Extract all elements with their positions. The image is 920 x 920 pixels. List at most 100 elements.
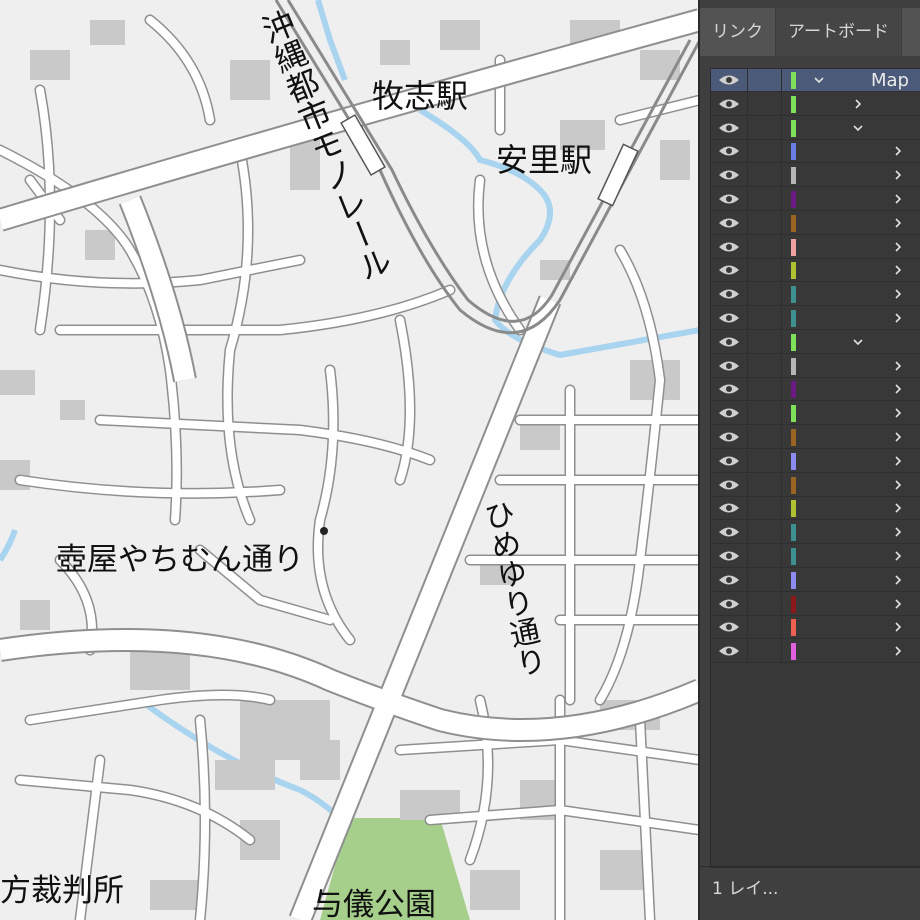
eye-icon[interactable] — [718, 74, 740, 86]
column-divider — [747, 545, 748, 568]
eye-icon[interactable] — [718, 98, 740, 110]
eye-icon[interactable] — [718, 550, 740, 562]
column-divider — [747, 140, 748, 164]
layer-row[interactable] — [711, 140, 920, 164]
layer-color-swatch — [791, 452, 796, 470]
layer-row[interactable] — [711, 211, 920, 235]
chevron-right-icon[interactable] — [893, 646, 903, 656]
chevron-right-icon[interactable] — [853, 99, 863, 109]
chevron-right-icon[interactable] — [893, 384, 903, 394]
asato-station-label: 安里駅 — [496, 141, 593, 179]
layer-row[interactable] — [711, 330, 920, 354]
column-divider — [747, 259, 748, 283]
column-divider — [747, 592, 748, 616]
layer-row[interactable] — [711, 259, 920, 283]
column-divider — [747, 616, 748, 640]
layer-row[interactable] — [711, 188, 920, 211]
column-divider — [747, 330, 748, 354]
layer-row[interactable] — [711, 545, 920, 568]
chevron-right-icon[interactable] — [893, 408, 903, 418]
eye-icon[interactable] — [718, 336, 740, 348]
layer-row[interactable] — [711, 473, 920, 497]
layer-color-swatch — [791, 524, 796, 542]
eye-icon[interactable] — [718, 383, 740, 395]
eye-icon[interactable] — [718, 455, 740, 467]
chevron-right-icon[interactable] — [893, 218, 903, 228]
chevron-right-icon[interactable] — [893, 480, 903, 490]
layer-row[interactable] — [711, 164, 920, 188]
chevron-right-icon[interactable] — [893, 622, 903, 632]
eye-icon[interactable] — [718, 479, 740, 491]
column-divider — [781, 283, 782, 307]
column-divider — [781, 259, 782, 283]
layer-row[interactable] — [711, 521, 920, 545]
tab-links[interactable]: リンク — [700, 8, 776, 56]
eye-icon[interactable] — [718, 145, 740, 157]
eye-icon[interactable] — [718, 526, 740, 538]
column-divider — [781, 521, 782, 545]
eye-icon[interactable] — [718, 431, 740, 443]
layer-row[interactable] — [711, 235, 920, 259]
chevron-down-icon[interactable] — [853, 337, 863, 347]
layer-row[interactable] — [711, 592, 920, 616]
layer-color-swatch — [791, 72, 796, 89]
eye-icon[interactable] — [718, 312, 740, 324]
eye-icon[interactable] — [718, 621, 740, 633]
layer-row[interactable] — [711, 92, 920, 116]
eye-icon[interactable] — [718, 169, 740, 181]
eye-icon[interactable] — [718, 360, 740, 372]
layer-row[interactable] — [711, 616, 920, 640]
layer-row[interactable] — [711, 402, 920, 426]
chevron-right-icon[interactable] — [893, 551, 903, 561]
chevron-right-icon[interactable] — [893, 575, 903, 585]
poi-dot — [320, 527, 328, 535]
eye-icon[interactable] — [718, 645, 740, 657]
layer-row[interactable]: Map — [711, 69, 920, 92]
layer-row[interactable] — [711, 307, 920, 330]
eye-icon[interactable] — [718, 241, 740, 253]
column-divider — [781, 92, 782, 116]
layer-color-swatch — [791, 405, 796, 423]
layer-row[interactable] — [711, 449, 920, 473]
layer-row[interactable] — [711, 378, 920, 402]
column-divider — [747, 521, 748, 545]
eye-icon[interactable] — [718, 122, 740, 134]
eye-icon[interactable] — [718, 217, 740, 229]
chevron-down-icon[interactable] — [853, 123, 863, 133]
chevron-right-icon[interactable] — [893, 361, 903, 371]
chevron-right-icon[interactable] — [893, 242, 903, 252]
layer-row[interactable] — [711, 354, 920, 378]
eye-icon[interactable] — [718, 574, 740, 586]
eye-icon[interactable] — [718, 407, 740, 419]
eye-icon[interactable] — [718, 502, 740, 514]
map-canvas[interactable]: 沖縄都市モノレール 牧志駅 安里駅 ひめゆり通り 壺屋やちむん通り 方裁判所 与… — [0, 0, 700, 920]
column-divider — [747, 116, 748, 140]
chevron-right-icon[interactable] — [893, 146, 903, 156]
eye-icon[interactable] — [718, 193, 740, 205]
layer-row[interactable] — [711, 497, 920, 521]
tab-artboards[interactable]: アートボード — [776, 8, 902, 56]
chevron-right-icon[interactable] — [893, 313, 903, 323]
layer-color-swatch — [791, 286, 796, 304]
layer-row[interactable] — [711, 568, 920, 592]
layer-row[interactable] — [711, 116, 920, 140]
footer-divider — [700, 866, 920, 867]
chevron-right-icon[interactable] — [893, 527, 903, 537]
chevron-right-icon[interactable] — [893, 432, 903, 442]
chevron-right-icon[interactable] — [893, 265, 903, 275]
layer-row[interactable] — [711, 640, 920, 664]
layer-row[interactable] — [711, 283, 920, 307]
eye-icon[interactable] — [718, 598, 740, 610]
column-divider — [747, 426, 748, 449]
chevron-right-icon[interactable] — [893, 289, 903, 299]
eye-icon[interactable] — [718, 288, 740, 300]
chevron-right-icon[interactable] — [893, 170, 903, 180]
layer-row[interactable] — [711, 426, 920, 449]
chevron-down-icon[interactable] — [814, 75, 824, 85]
column-divider — [781, 164, 782, 188]
eye-icon[interactable] — [718, 264, 740, 276]
chevron-right-icon[interactable] — [893, 456, 903, 466]
chevron-right-icon[interactable] — [893, 194, 903, 204]
chevron-right-icon[interactable] — [893, 503, 903, 513]
chevron-right-icon[interactable] — [893, 599, 903, 609]
